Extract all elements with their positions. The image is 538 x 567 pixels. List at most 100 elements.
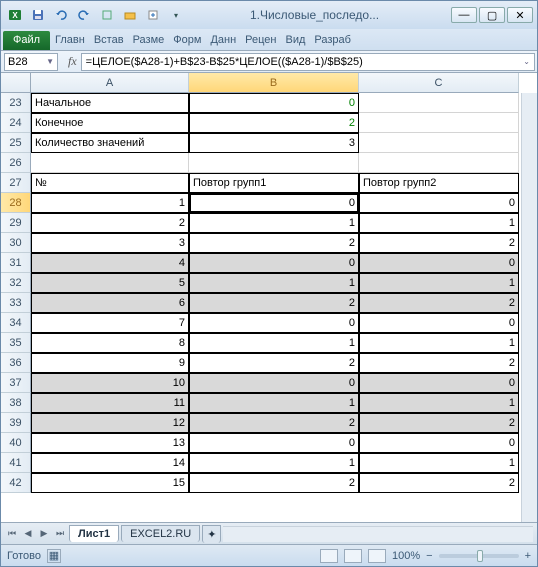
- cell-B39[interactable]: 2: [189, 413, 359, 433]
- col-header-C[interactable]: C: [359, 73, 519, 93]
- row-header[interactable]: 38: [1, 393, 31, 413]
- cell-A31[interactable]: 4: [31, 253, 189, 273]
- qat-item3-icon[interactable]: [143, 5, 163, 25]
- redo-icon[interactable]: [74, 5, 94, 25]
- row-header[interactable]: 24: [1, 113, 31, 133]
- macro-record-icon[interactable]: ▦: [47, 549, 61, 563]
- formula-expand-icon[interactable]: ⌄: [523, 57, 530, 66]
- name-box[interactable]: B28 ▼: [4, 53, 58, 71]
- undo-icon[interactable]: [51, 5, 71, 25]
- zoom-in-button[interactable]: +: [525, 550, 531, 562]
- cell-B29[interactable]: 1: [189, 213, 359, 233]
- cell-A37[interactable]: 10: [31, 373, 189, 393]
- horizontal-scrollbar[interactable]: [223, 526, 533, 542]
- close-button[interactable]: ✕: [507, 7, 533, 23]
- cell-A27[interactable]: №: [31, 173, 189, 193]
- ribbon-tab[interactable]: Разме: [129, 31, 169, 50]
- qat-item-icon[interactable]: [97, 5, 117, 25]
- cell-B26[interactable]: [189, 153, 359, 173]
- cell-B31[interactable]: 0: [189, 253, 359, 273]
- cell-C41[interactable]: 1: [359, 453, 519, 473]
- normal-view-button[interactable]: [320, 549, 338, 563]
- cell-A23[interactable]: Начальное: [31, 93, 189, 113]
- cell-A29[interactable]: 2: [31, 213, 189, 233]
- cell-B38[interactable]: 1: [189, 393, 359, 413]
- file-tab[interactable]: Файл: [3, 31, 50, 50]
- cell-C33[interactable]: 2: [359, 293, 519, 313]
- cell-A30[interactable]: 3: [31, 233, 189, 253]
- cell-B40[interactable]: 0: [189, 433, 359, 453]
- cell-B25[interactable]: 3: [189, 133, 359, 153]
- cell-A36[interactable]: 9: [31, 353, 189, 373]
- sheet-tab-active[interactable]: Лист1: [69, 525, 119, 542]
- cell-A33[interactable]: 6: [31, 293, 189, 313]
- maximize-button[interactable]: ▢: [479, 7, 505, 23]
- ribbon-tab[interactable]: Главн: [51, 31, 89, 50]
- row-header[interactable]: 41: [1, 453, 31, 473]
- page-break-view-button[interactable]: [368, 549, 386, 563]
- cell-B41[interactable]: 1: [189, 453, 359, 473]
- cell-A24[interactable]: Конечное: [31, 113, 189, 133]
- ribbon-tab[interactable]: Рецен: [241, 31, 280, 50]
- cell-B24[interactable]: 2: [189, 113, 359, 133]
- cell-B32[interactable]: 1: [189, 273, 359, 293]
- zoom-level[interactable]: 100%: [392, 550, 420, 562]
- cell-C37[interactable]: 0: [359, 373, 519, 393]
- cell-B28[interactable]: 0: [189, 193, 359, 213]
- ribbon-tab[interactable]: Встав: [90, 31, 128, 50]
- row-header[interactable]: 29: [1, 213, 31, 233]
- cell-A25[interactable]: Количество значений: [31, 133, 189, 153]
- row-header[interactable]: 35: [1, 333, 31, 353]
- vertical-scrollbar[interactable]: [521, 93, 537, 522]
- cell-B30[interactable]: 2: [189, 233, 359, 253]
- row-header[interactable]: 25: [1, 133, 31, 153]
- col-header-B[interactable]: B: [189, 73, 359, 93]
- cell-C31[interactable]: 0: [359, 253, 519, 273]
- cell-C24[interactable]: [359, 113, 519, 133]
- cell-A39[interactable]: 12: [31, 413, 189, 433]
- cell-C30[interactable]: 2: [359, 233, 519, 253]
- row-header[interactable]: 27: [1, 173, 31, 193]
- cell-B35[interactable]: 1: [189, 333, 359, 353]
- row-header[interactable]: 33: [1, 293, 31, 313]
- cell-A42[interactable]: 15: [31, 473, 189, 493]
- cell-A34[interactable]: 7: [31, 313, 189, 333]
- cell-C39[interactable]: 2: [359, 413, 519, 433]
- row-header[interactable]: 39: [1, 413, 31, 433]
- cell-A26[interactable]: [31, 153, 189, 173]
- formula-bar[interactable]: =ЦЕЛОЕ($A28-1)+B$23-B$25*ЦЕЛОЕ(($A28-1)/…: [81, 53, 535, 71]
- minimize-button[interactable]: —: [451, 7, 477, 23]
- ribbon-tab[interactable]: Вид: [282, 31, 310, 50]
- cell-C40[interactable]: 0: [359, 433, 519, 453]
- cell-C26[interactable]: [359, 153, 519, 173]
- cell-C25[interactable]: [359, 133, 519, 153]
- cell-B23[interactable]: 0: [189, 93, 359, 113]
- zoom-out-button[interactable]: −: [426, 550, 432, 562]
- cell-C36[interactable]: 2: [359, 353, 519, 373]
- row-header[interactable]: 32: [1, 273, 31, 293]
- cell-C38[interactable]: 1: [359, 393, 519, 413]
- col-header-A[interactable]: A: [31, 73, 189, 93]
- cell-C27[interactable]: Повтор групп2: [359, 173, 519, 193]
- name-box-dropdown-icon[interactable]: ▼: [46, 57, 54, 66]
- ribbon-tab[interactable]: Данн: [206, 31, 240, 50]
- row-header[interactable]: 37: [1, 373, 31, 393]
- spreadsheet-grid[interactable]: A B C 23Начальное024Конечное225Количеств…: [1, 73, 537, 522]
- cell-C42[interactable]: 2: [359, 473, 519, 493]
- cell-C29[interactable]: 1: [359, 213, 519, 233]
- cell-C34[interactable]: 0: [359, 313, 519, 333]
- row-header[interactable]: 36: [1, 353, 31, 373]
- cell-A32[interactable]: 5: [31, 273, 189, 293]
- qat-customize-icon[interactable]: ▾: [166, 5, 186, 25]
- page-layout-view-button[interactable]: [344, 549, 362, 563]
- zoom-slider[interactable]: [439, 554, 519, 558]
- ribbon-tab[interactable]: Форм: [169, 31, 205, 50]
- row-header[interactable]: 23: [1, 93, 31, 113]
- cell-A41[interactable]: 14: [31, 453, 189, 473]
- cell-C35[interactable]: 1: [359, 333, 519, 353]
- cell-C32[interactable]: 1: [359, 273, 519, 293]
- qat-item2-icon[interactable]: [120, 5, 140, 25]
- cell-A38[interactable]: 11: [31, 393, 189, 413]
- cell-B42[interactable]: 2: [189, 473, 359, 493]
- tab-nav-first-icon[interactable]: ⏮: [5, 527, 19, 541]
